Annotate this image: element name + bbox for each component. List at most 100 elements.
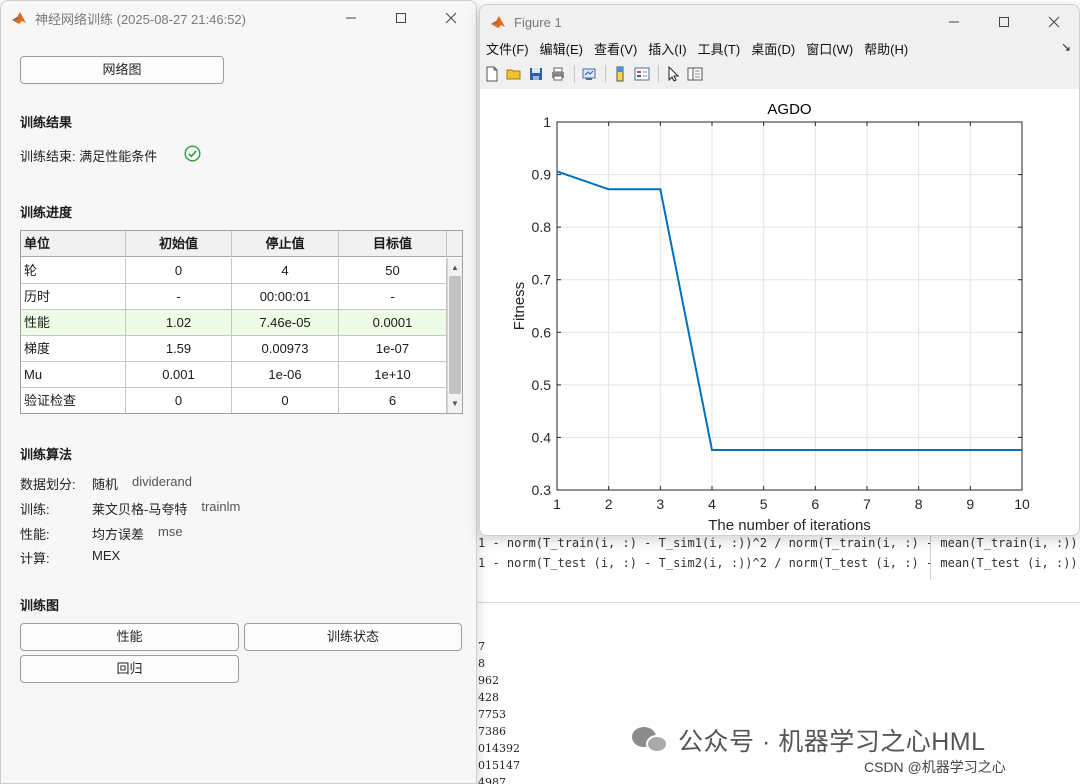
plot-area — [557, 122, 1022, 490]
wechat-icon — [632, 725, 670, 755]
table-scroll-thumb[interactable] — [449, 276, 461, 394]
command-output-line: 014392 — [478, 742, 520, 755]
save-icon[interactable] — [528, 66, 544, 82]
column-header: 停止值 — [232, 231, 339, 257]
menu-desktop[interactable]: 桌面(D) — [751, 39, 795, 58]
dock-arrow-icon[interactable]: ↘ — [1061, 40, 1071, 54]
menu-insert[interactable]: 插入(I) — [648, 39, 686, 58]
table-cell: 0.001 — [126, 362, 232, 388]
training-result-heading: 训练结果 — [20, 115, 73, 130]
table-cell: 0 — [126, 258, 232, 284]
performance-plot-button[interactable]: 性能 — [20, 623, 239, 651]
table-row-highlighted[interactable]: 性能 1.02 7.46e-05 0.0001 — [21, 310, 447, 336]
minimize-button[interactable] — [326, 1, 376, 35]
menu-edit[interactable]: 编辑(E) — [540, 39, 583, 58]
minimize-icon — [346, 17, 356, 19]
menu-file[interactable]: 文件(F) — [486, 39, 529, 58]
table-cell: 性能 — [21, 310, 126, 336]
minimize-button[interactable] — [929, 5, 979, 39]
column-header: 初始值 — [126, 231, 232, 257]
maximize-button[interactable] — [979, 5, 1029, 39]
menu-help[interactable]: 帮助(H) — [864, 39, 908, 58]
table-cell: 1.59 — [126, 336, 232, 362]
maximize-icon — [999, 17, 1009, 27]
new-file-icon[interactable] — [484, 66, 500, 82]
algorithm-row: 计算: MEX — [20, 548, 121, 566]
close-icon — [445, 12, 457, 24]
y-tick-label: 0.5 — [532, 377, 552, 393]
training-window-title: 神经网络训练 (2025-08-27 21:46:52) — [35, 11, 246, 27]
scroll-down-icon[interactable]: ▼ — [449, 399, 461, 409]
table-cell: 梯度 — [21, 336, 126, 362]
table-cell: 0.0001 — [339, 310, 447, 336]
table-cell: Mu — [21, 362, 126, 388]
menu-view[interactable]: 查看(V) — [594, 39, 637, 58]
maximize-button[interactable] — [376, 1, 426, 35]
x-axis-label: The number of iterations — [708, 517, 871, 534]
table-cell: 7.46e-05 — [232, 310, 339, 336]
figure-window: Figure 1 文件(F) 编辑(E) 查看(V) 插入(I) 工具(T) 桌… — [479, 4, 1080, 536]
table-cell: 6 — [339, 388, 447, 413]
print-icon[interactable] — [550, 66, 566, 82]
training-state-plot-button[interactable]: 训练状态 — [244, 623, 462, 651]
close-button[interactable] — [426, 1, 476, 35]
table-row[interactable]: 轮 0 4 50 — [21, 258, 447, 284]
x-tick-label: 8 — [915, 496, 923, 512]
table-cell: 历时 — [21, 284, 126, 310]
chart-title: AGDO — [767, 101, 811, 118]
x-tick-label: 5 — [760, 496, 768, 512]
legend-icon[interactable] — [634, 66, 650, 82]
figure-canvas: 1 2 3 4 5 6 7 8 9 10 0.3 0.4 0.5 0.6 0.7 0.8 0.9 1 AGDO The… — [480, 89, 1080, 536]
open-folder-icon[interactable] — [506, 66, 522, 82]
table-row[interactable]: 梯度 1.59 0.00973 1e-07 — [21, 336, 447, 362]
command-output-line: 015147 — [478, 759, 520, 772]
figure-window-title: Figure 1 — [514, 14, 562, 30]
scroll-up-icon[interactable]: ▲ — [449, 263, 461, 273]
table-cell: - — [339, 284, 447, 310]
maximize-icon — [396, 13, 406, 23]
editor-column-divider — [930, 534, 931, 580]
x-tick-label: 3 — [656, 496, 664, 512]
link-plot-icon[interactable] — [581, 66, 597, 82]
editor-code-line: 1 - norm(T_test (i, :) - T_sim2(i, :))^2… — [478, 556, 1080, 570]
csdn-watermark: CSDN @机器学习之心 — [864, 759, 1006, 775]
y-tick-label: 0.3 — [532, 482, 552, 498]
close-button[interactable] — [1029, 5, 1079, 39]
table-cell: 0 — [232, 388, 339, 413]
table-row[interactable]: 历时 - 00:00:01 - — [21, 284, 447, 310]
matlab-icon — [12, 12, 26, 24]
command-output-line: 7753 — [478, 708, 506, 721]
pointer-icon[interactable] — [665, 66, 681, 82]
menu-tools[interactable]: 工具(T) — [698, 39, 741, 58]
table-row[interactable]: 验证检查 0 0 6 — [21, 388, 447, 413]
minimize-icon — [949, 21, 959, 23]
regression-plot-button[interactable]: 回归 — [20, 655, 239, 683]
watermark: 公众号 · 机器学习之心HML — [632, 722, 986, 758]
algorithm-row: 训练: 莱文贝格-马夸特 trainlm — [20, 499, 241, 517]
y-axis-label: Fitness — [511, 282, 528, 330]
command-output-line: 7386 — [478, 725, 506, 738]
x-tick-label: 10 — [1014, 496, 1030, 512]
x-tick-label: 1 — [553, 496, 561, 512]
table-cell: 00:00:01 — [232, 284, 339, 310]
figure-titlebar[interactable]: Figure 1 — [480, 5, 1079, 39]
column-header: 单位 — [21, 231, 126, 257]
network-diagram-button[interactable]: 网络图 — [20, 56, 224, 84]
table-cell: 0 — [126, 388, 232, 413]
training-titlebar[interactable]: 神经网络训练 (2025-08-27 21:46:52) — [1, 1, 476, 35]
command-output-line: 4987 — [478, 776, 506, 784]
property-editor-icon[interactable] — [687, 66, 703, 82]
matlab-icon — [491, 16, 505, 28]
table-cell: 验证检查 — [21, 388, 126, 413]
colorbar-icon[interactable] — [612, 66, 628, 82]
table-cell: 1e-06 — [232, 362, 339, 388]
y-tick-label: 0.4 — [532, 429, 552, 445]
algorithm-row: 性能: 均方误差 mse — [20, 524, 183, 542]
y-tick-label: 0.9 — [532, 167, 552, 183]
line-chart[interactable]: 1 2 3 4 5 6 7 8 9 10 0.3 0.4 0.5 0.6 0.7 0.8 0.9 1 AGDO The… — [480, 89, 1080, 536]
menu-window[interactable]: 窗口(W) — [806, 39, 853, 58]
y-tick-label: 0.6 — [532, 324, 552, 340]
command-output-line: 8 — [478, 657, 485, 670]
table-row[interactable]: Mu 0.001 1e-06 1e+10 — [21, 362, 447, 388]
x-tick-label: 4 — [708, 496, 716, 512]
